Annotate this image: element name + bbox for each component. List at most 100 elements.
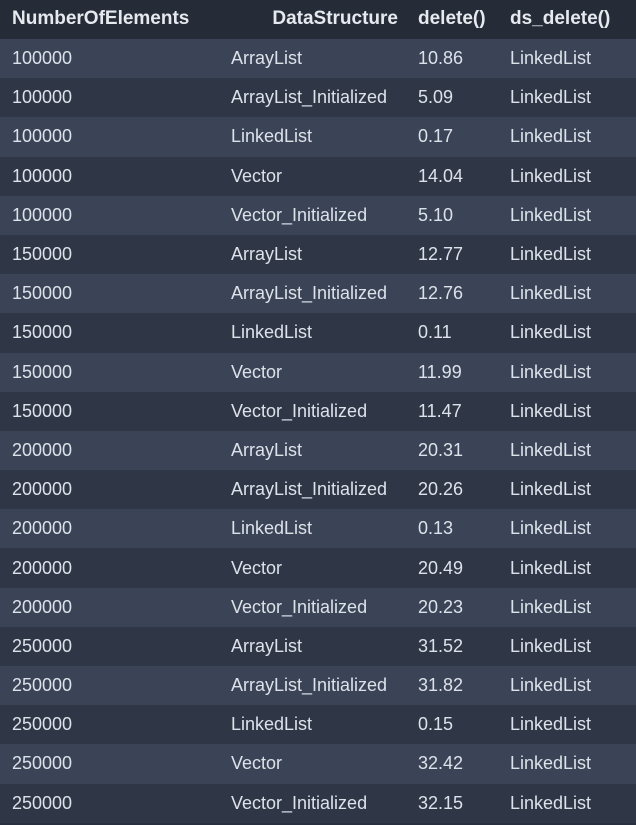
table-row: 250000 Vector 32.42 LinkedList	[0, 744, 636, 784]
cell-delete: 20.26	[418, 479, 464, 500]
cell-data-structure: ArrayList_Initialized	[231, 87, 388, 108]
cell-ds-delete: LinkedList	[510, 400, 592, 421]
cell-number-of-elements: 100000	[12, 48, 73, 69]
cell-delete: 31.52	[418, 635, 464, 656]
cell-ds-delete: LinkedList	[510, 518, 592, 539]
cell-ds-delete: LinkedList	[510, 126, 592, 147]
cell-number-of-elements: 200000	[12, 439, 73, 460]
table-row: 200000 LinkedList 0.13 LinkedList	[0, 509, 636, 549]
cell-number-of-elements: 100000	[12, 87, 73, 108]
cell-ds-delete: LinkedList	[510, 361, 592, 382]
cell-delete: 0.11	[418, 322, 452, 343]
cell-number-of-elements: 150000	[12, 361, 73, 382]
cell-number-of-elements: 200000	[12, 596, 73, 617]
header-data-structure[interactable]: DataStructure	[218, 0, 406, 39]
cell-number-of-elements: 200000	[12, 518, 73, 539]
table-row: 200000 ArrayList 20.31 LinkedList	[0, 430, 636, 471]
table-body: 100000 ArrayList 10.86 LinkedList 100000 Arra…	[0, 39, 636, 823]
cell-delete: 20.49	[418, 557, 464, 578]
cell-ds-delete: LinkedList	[510, 557, 592, 578]
results-table: NumberOfElements DataStructure delete() …	[0, 0, 636, 823]
table-row: 250000 Vector_Initialized 32.15 LinkedList	[0, 783, 636, 823]
cell-ds-delete: LinkedList	[510, 792, 592, 813]
cell-delete: 20.31	[418, 439, 464, 460]
cell-delete: 32.42	[418, 753, 464, 774]
cell-number-of-elements: 200000	[12, 479, 73, 500]
cell-delete: 11.99	[418, 361, 462, 382]
cell-number-of-elements: 100000	[12, 204, 73, 225]
cell-number-of-elements: 250000	[12, 714, 73, 735]
cell-data-structure: LinkedList	[231, 126, 313, 147]
cell-delete: 5.10	[418, 204, 454, 225]
cell-ds-delete: LinkedList	[510, 165, 592, 186]
table-row: 100000 ArrayList_Initialized 5.09 LinkedLis…	[0, 78, 636, 118]
cell-ds-delete: LinkedList	[510, 48, 592, 69]
cell-ds-delete: LinkedList	[510, 635, 592, 656]
cell-ds-delete: LinkedList	[510, 753, 592, 774]
cell-data-structure: Vector_Initialized	[231, 400, 368, 421]
cell-number-of-elements: 150000	[12, 283, 73, 304]
cell-number-of-elements: 250000	[12, 675, 73, 696]
table-row: 250000 ArrayList_Initialized 31.82 LinkedLi…	[0, 666, 636, 706]
cell-data-structure: Vector	[231, 165, 283, 186]
cell-number-of-elements: 150000	[12, 400, 73, 421]
cell-delete: 12.77	[418, 244, 464, 265]
table-row: 100000 ArrayList 10.86 LinkedList	[0, 39, 636, 79]
table-row: 100000 Vector 14.04 LinkedList	[0, 156, 636, 196]
cell-delete: 0.15	[418, 714, 454, 735]
cell-delete: 11.47	[418, 400, 462, 421]
cell-ds-delete: LinkedList	[510, 283, 592, 304]
cell-delete: 10.86	[418, 48, 464, 69]
cell-number-of-elements: 250000	[12, 635, 73, 656]
cell-data-structure: Vector_Initialized	[231, 596, 368, 617]
cell-data-structure: Vector	[231, 753, 283, 774]
table-row: 200000 Vector_Initialized 20.23 LinkedList	[0, 587, 636, 627]
table-row: 100000 LinkedList 0.17 LinkedList	[0, 117, 636, 157]
cell-delete: 31.82	[418, 675, 464, 696]
table-row: 150000 ArrayList 12.77 LinkedList	[0, 234, 636, 275]
header-number-of-elements[interactable]: NumberOfElements	[0, 0, 218, 39]
table-row: 150000 Vector_Initialized 11.47 LinkedList	[0, 391, 636, 431]
cell-delete: 12.76	[418, 283, 464, 304]
cell-delete: 14.04	[418, 165, 464, 186]
cell-number-of-elements: 100000	[12, 165, 73, 186]
table-row: 250000 LinkedList 0.15 LinkedList	[0, 705, 636, 745]
header-delete[interactable]: delete()	[406, 0, 502, 39]
header-ds-delete[interactable]: ds_delete()	[502, 0, 636, 39]
cell-delete: 0.13	[418, 518, 454, 539]
table-row: 150000 ArrayList_Initialized 12.76 LinkedLi…	[0, 274, 636, 314]
cell-delete: 32.15	[418, 792, 464, 813]
cell-number-of-elements: 250000	[12, 753, 73, 774]
cell-number-of-elements: 250000	[12, 792, 73, 813]
table-header: NumberOfElements DataStructure delete() …	[0, 0, 636, 39]
cell-ds-delete: LinkedList	[510, 87, 592, 108]
cell-data-structure: ArrayList_Initialized	[231, 479, 388, 500]
table-row: 150000 LinkedList 0.11 LinkedList	[0, 313, 636, 353]
cell-number-of-elements: 150000	[12, 244, 73, 265]
cell-delete: 5.09	[418, 87, 454, 108]
cell-data-structure: ArrayList	[231, 635, 303, 656]
cell-number-of-elements: 150000	[12, 322, 73, 343]
table-row: 100000 Vector_Initialized 5.10 LinkedList	[0, 195, 636, 235]
cell-ds-delete: LinkedList	[510, 596, 592, 617]
cell-data-structure: Vector	[231, 361, 283, 382]
table-row: 150000 Vector 11.99 LinkedList	[0, 352, 636, 392]
cell-data-structure: Vector_Initialized	[231, 204, 368, 225]
header-row: NumberOfElements DataStructure delete() …	[0, 0, 636, 39]
cell-ds-delete: LinkedList	[510, 714, 592, 735]
table-row: 250000 ArrayList 31.52 LinkedList	[0, 626, 636, 666]
cell-data-structure: ArrayList_Initialized	[231, 675, 388, 696]
cell-ds-delete: LinkedList	[510, 675, 592, 696]
cell-data-structure: ArrayList	[231, 439, 303, 460]
cell-data-structure: ArrayList	[231, 244, 303, 265]
cell-data-structure: LinkedList	[231, 322, 313, 343]
results-table-container: NumberOfElements DataStructure delete() …	[0, 0, 636, 825]
cell-data-structure: ArrayList_Initialized	[231, 283, 388, 304]
cell-ds-delete: LinkedList	[510, 479, 592, 500]
cell-delete: 0.17	[418, 126, 454, 147]
cell-data-structure: Vector_Initialized	[231, 792, 368, 813]
cell-ds-delete: LinkedList	[510, 439, 592, 460]
cell-data-structure: Vector	[231, 557, 283, 578]
cell-delete: 20.23	[418, 596, 464, 617]
cell-data-structure: ArrayList	[231, 48, 303, 69]
